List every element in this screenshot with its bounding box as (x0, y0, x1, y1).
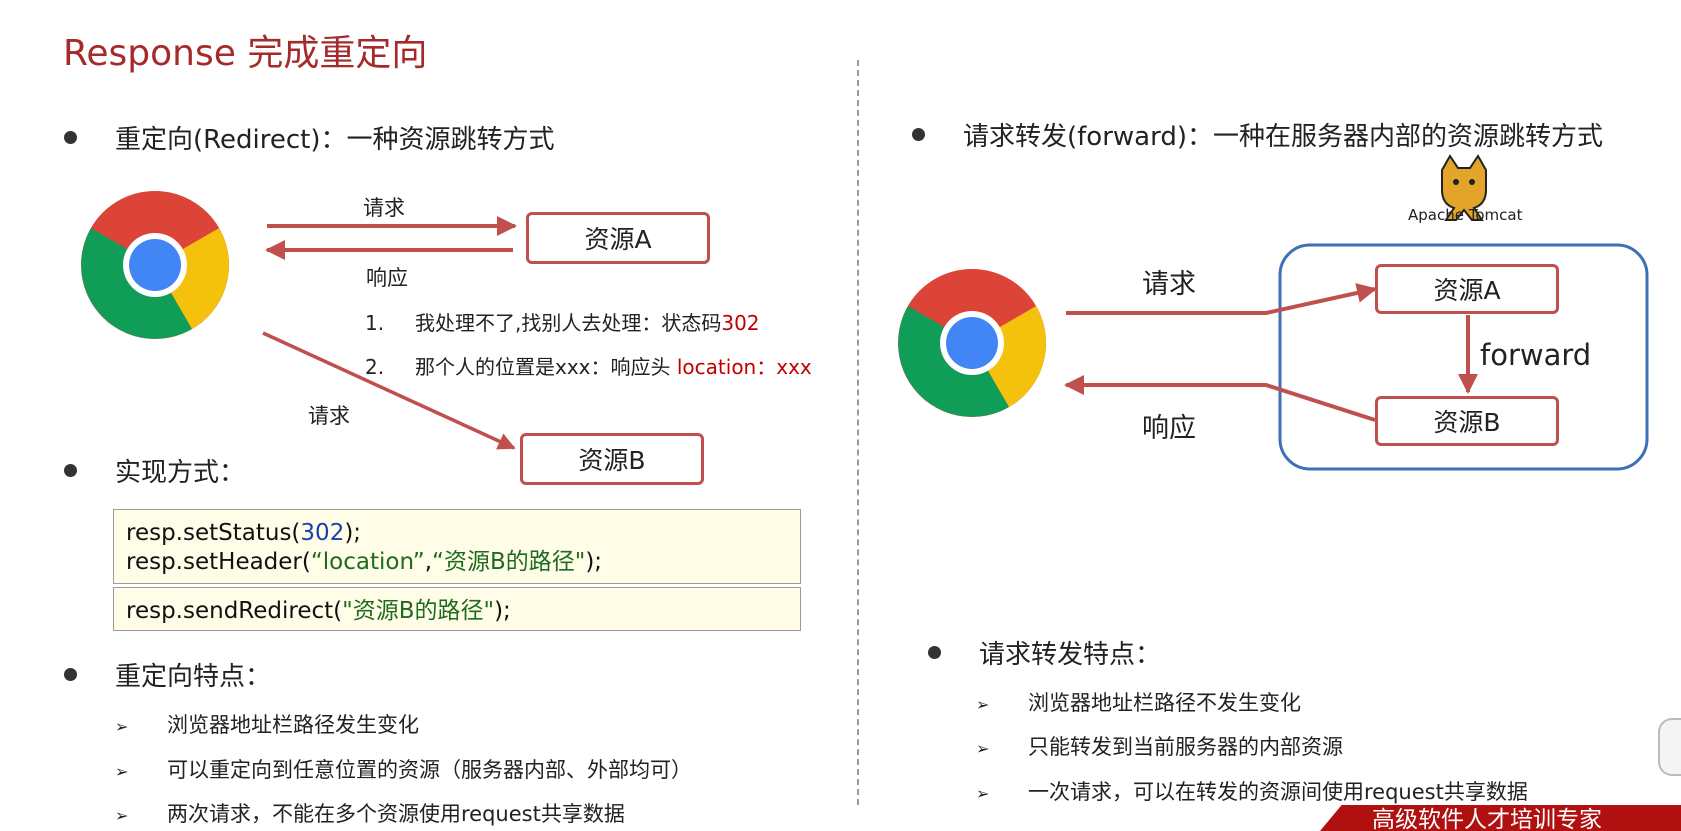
side-scroll-handle[interactable] (1658, 718, 1681, 776)
redirect-second-request-label: 请求 (308, 404, 350, 428)
code-block-send-redirect: resp.sendRedirect("资源B的路径"); (113, 587, 801, 631)
arrow-bullet-icon: ➢ (115, 717, 129, 736)
forward-request-arrow (1066, 283, 1377, 315)
code-line-set-header: resp.setHeader(“location”,“资源B的路径"); (126, 549, 603, 575)
bullet-redirect-features: 重定向特点： (64, 656, 271, 693)
bullet-icon (928, 646, 941, 659)
redirect-response-label: 响应 (366, 266, 408, 290)
redirect-note-1: 1. 我处理不了,找别人去处理：状态码302 (365, 311, 760, 335)
bullet-forward-features: 请求转发特点： (928, 634, 1161, 671)
resource-a-box-right: 资源A (1375, 264, 1559, 314)
forward-response-label: 响应 (1142, 413, 1196, 444)
code-line-set-status: resp.setStatus(302); (126, 520, 362, 546)
code-block-manual-redirect: resp.setStatus(302); resp.setHeader(“loc… (113, 509, 801, 584)
forward-response-arrow (1064, 375, 1376, 422)
resource-b-box-left: 资源B (520, 433, 704, 485)
forward-label: forward (1480, 338, 1592, 372)
resource-b-box-right: 资源B (1375, 396, 1559, 446)
tomcat-label: Apache Tomcat (1408, 206, 1523, 224)
bullet-redirect: 重定向(Redirect)：一种资源跳转方式 (64, 119, 555, 156)
redirect-feature-3: ➢ 两次请求，不能在多个资源使用request共享数据 (115, 802, 625, 826)
code-line-send-redirect: resp.sendRedirect("资源B的路径"); (126, 598, 511, 624)
bullet-forward: 请求转发(forward)：一种在服务器内部的资源跳转方式 (912, 116, 1603, 153)
redirect-note-2: 2. 那个人的位置是xxx：响应头 location：xxx (365, 355, 812, 379)
arrow-bullet-icon: ➢ (976, 695, 990, 714)
redirect-feature-2: ➢ 可以重定向到任意位置的资源（服务器内部、外部均可） (115, 758, 692, 782)
bullet-implementation: 实现方式： (64, 452, 245, 489)
forward-request-label: 请求 (1142, 269, 1196, 300)
forward-feature-1: ➢ 浏览器地址栏路径不发生变化 (976, 691, 1301, 715)
redirect-feature-1: ➢ 浏览器地址栏路径发生变化 (115, 713, 419, 737)
resource-a-box-left: 资源A (526, 212, 710, 264)
chrome-logo-icon-left (81, 191, 229, 339)
redirect-request-label: 请求 (363, 196, 405, 220)
bullet-icon (64, 668, 77, 681)
bullet-icon (912, 128, 925, 141)
bullet-icon (64, 464, 77, 477)
footer-banner: 高级软件人才培训专家 (1320, 805, 1681, 831)
forward-feature-2: ➢ 只能转发到当前服务器的内部资源 (976, 735, 1343, 759)
arrow-bullet-icon: ➢ (976, 739, 990, 758)
arrow-bullet-icon: ➢ (115, 762, 129, 781)
arrow-bullet-icon: ➢ (115, 806, 129, 825)
bullet-icon (64, 131, 77, 144)
forward-feature-3: ➢ 一次请求，可以在转发的资源间使用request共享数据 (976, 780, 1528, 804)
chrome-logo-icon-right (898, 269, 1046, 417)
arrow-bullet-icon: ➢ (976, 784, 990, 803)
